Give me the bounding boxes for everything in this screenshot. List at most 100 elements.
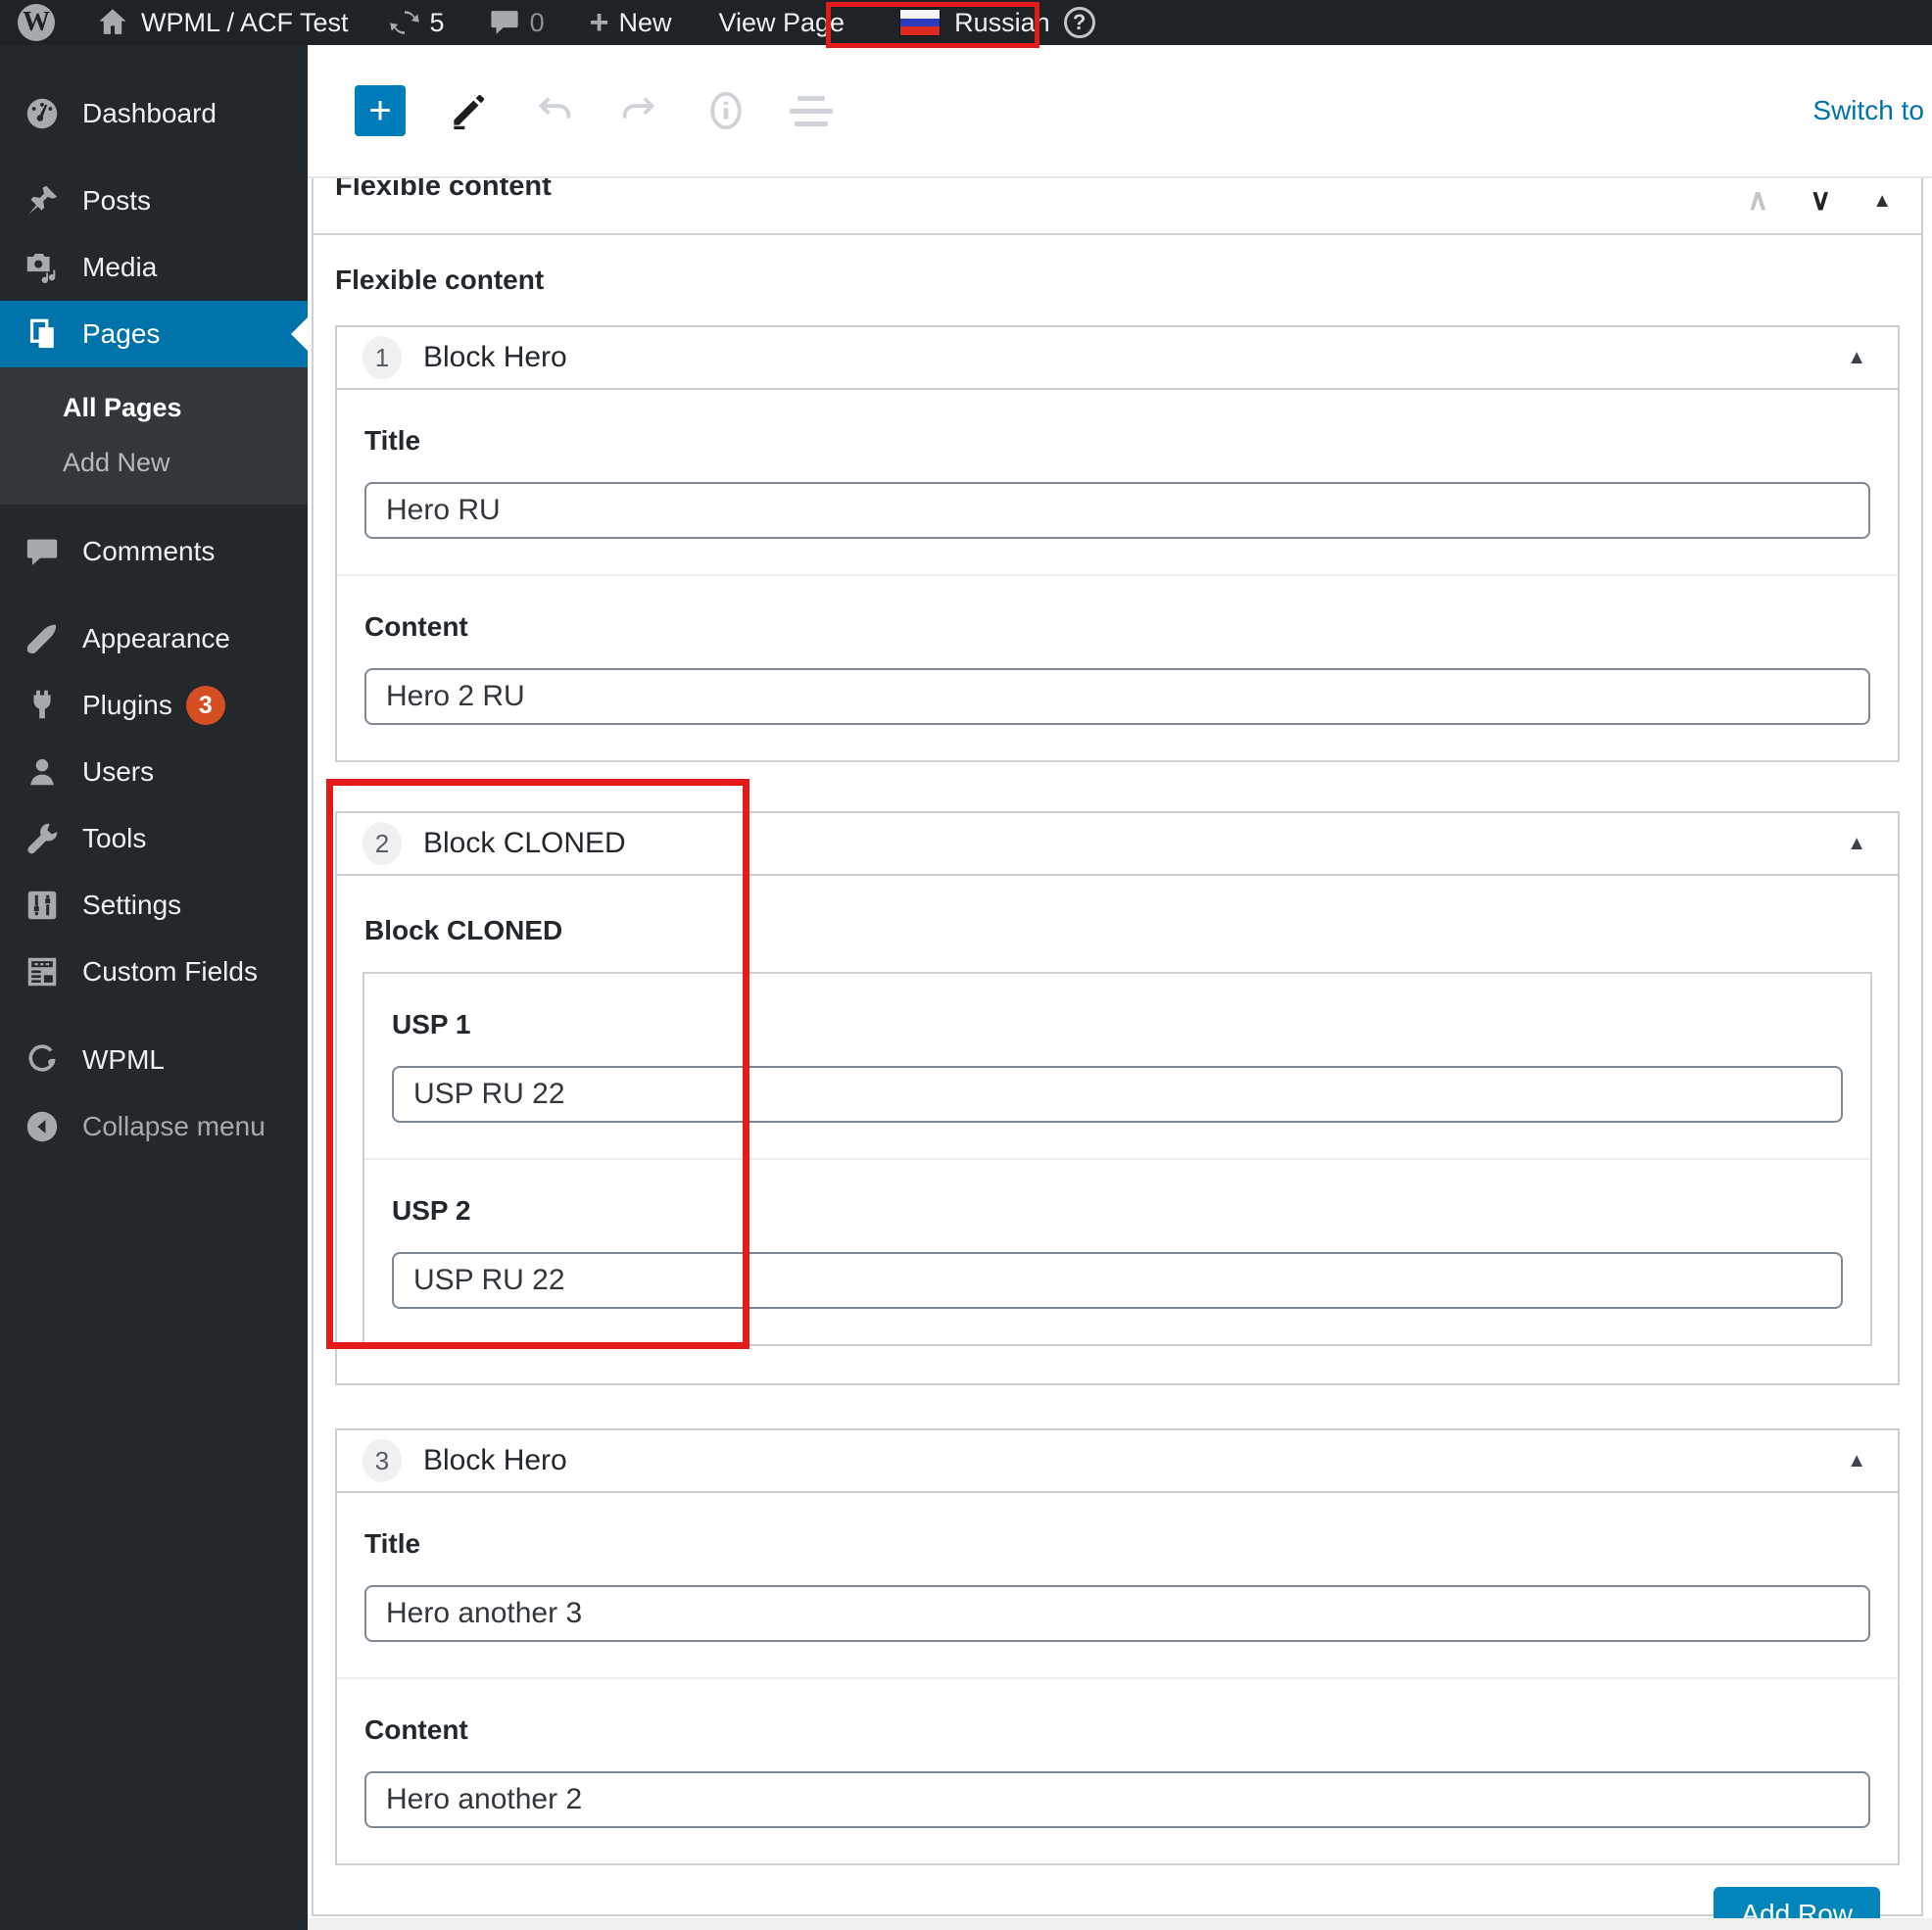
submenu-item-all-pages[interactable]: All Pages [0, 380, 308, 435]
field-row-usp1: USP 1 [364, 974, 1870, 1158]
wordpress-admin-page: W WPML / ACF Test 5 0 + New View Page Ru… [0, 0, 1932, 1930]
language-menu[interactable]: Russian ? [899, 7, 1095, 38]
group-field-label: Block CLONED [364, 915, 563, 945]
field-row-content: Content [337, 1677, 1898, 1863]
pushpin-icon [27, 185, 58, 216]
comment-bubble-icon [488, 6, 521, 39]
move-down-icon[interactable]: ∨ [1810, 186, 1831, 216]
layout-title: Block CLONED [423, 827, 626, 859]
row-order-badge[interactable]: 3 [362, 1439, 402, 1482]
sidebar-item-dashboard[interactable]: Dashboard [0, 80, 308, 147]
submenu-item-add-new[interactable]: Add New [0, 435, 308, 490]
content-input[interactable] [364, 1771, 1870, 1828]
switch-to-link[interactable]: Switch to [1812, 95, 1924, 126]
metabox-toggle-icon[interactable]: ▲ [1872, 190, 1892, 213]
row-order-badge[interactable]: 2 [362, 822, 402, 865]
collapse-row-icon[interactable]: ▲ [1841, 832, 1872, 856]
layout-row-3: 3 Block Hero ▲ Title Content [335, 1428, 1900, 1865]
metabox-header[interactable]: Flexible content ∧ ∨ ▲ [314, 178, 1921, 235]
info-icon[interactable] [703, 88, 749, 133]
flexible-content-rows: 1 Block Hero ▲ Title Content [335, 325, 1900, 1865]
metabox-body: Flexible content 1 Block Hero ▲ Title He… [314, 265, 1921, 1930]
list-view-icon[interactable] [790, 95, 833, 126]
layout-row-2: 2 Block CLONED ▲ Block CLONED USP 1 USP [335, 811, 1900, 1385]
pages-icon [29, 318, 54, 349]
sidebar-item-collapse-menu[interactable]: Collapse menu [0, 1093, 308, 1160]
plugins-update-badge: 3 [185, 686, 225, 725]
field-label: Title [364, 425, 421, 456]
language-label: Russian [954, 7, 1050, 37]
new-label: New [618, 7, 672, 37]
undo-icon[interactable] [531, 88, 576, 133]
field-label: Content [364, 611, 468, 642]
sidebar-item-tools[interactable]: Tools [0, 805, 308, 872]
custom-fields-icon [27, 957, 57, 987]
metabox-title: Flexible content [335, 178, 552, 202]
layout-title: Block Hero [423, 1444, 567, 1476]
comments-menu[interactable]: 0 [488, 6, 545, 39]
wordpress-logo-icon[interactable]: W [18, 4, 55, 41]
title-input[interactable] [364, 1585, 1870, 1642]
users-icon [30, 758, 54, 786]
admin-sidebar: Dashboard Posts Media Pages All Pages Ad… [0, 45, 308, 1930]
flexible-content-metabox: Flexible content ∧ ∨ ▲ Flexible content … [312, 178, 1923, 1930]
field-row-content: Content [337, 574, 1898, 760]
view-page-link[interactable]: View Page [718, 8, 845, 38]
appearance-brush-icon [26, 624, 57, 653]
sidebar-item-comments[interactable]: Comments [0, 518, 308, 585]
sidebar-item-settings[interactable]: Settings [0, 872, 308, 939]
layout-row-1-header[interactable]: 1 Block Hero ▲ [337, 327, 1898, 390]
new-menu[interactable]: + New [590, 6, 672, 39]
edit-pencil-icon[interactable] [447, 89, 490, 132]
view-page-label: View Page [718, 7, 845, 37]
russian-flag-icon [899, 9, 942, 36]
content-input[interactable] [364, 668, 1870, 725]
field-label: Content [364, 1714, 468, 1745]
site-menu[interactable]: WPML / ACF Test [96, 6, 349, 39]
collapse-row-icon[interactable]: ▲ [1841, 1449, 1872, 1473]
comments-icon [26, 539, 58, 565]
layout-row-2-header[interactable]: 2 Block CLONED ▲ [337, 813, 1898, 876]
media-icon [26, 253, 56, 284]
collapse-row-icon[interactable]: ▲ [1841, 346, 1872, 370]
site-name: WPML / ACF Test [141, 7, 349, 37]
title-input[interactable] [364, 482, 1870, 539]
layout-row-3-header[interactable]: 3 Block Hero ▲ [337, 1430, 1898, 1493]
layout-title: Block Hero [423, 341, 567, 373]
admin-bar: W WPML / ACF Test 5 0 + New View Page Ru… [0, 0, 1932, 45]
field-label: Title [364, 1528, 421, 1559]
next-metabox-gap [308, 1918, 1932, 1930]
sidebar-item-pages[interactable]: Pages [0, 301, 308, 367]
layout-row-1: 1 Block Hero ▲ Title Content [335, 325, 1900, 762]
usp2-input[interactable] [392, 1252, 1843, 1309]
move-up-icon[interactable]: ∧ [1747, 186, 1768, 216]
updates-icon [388, 6, 421, 39]
wpml-icon [28, 1044, 56, 1072]
sidebar-item-wpml[interactable]: WPML [0, 1027, 308, 1093]
sidebar-item-custom-fields[interactable]: Custom Fields [0, 939, 308, 1005]
updates-menu[interactable]: 5 [388, 6, 445, 39]
comments-count: 0 [529, 7, 545, 37]
redo-icon[interactable] [617, 88, 662, 133]
field-row-usp2: USP 2 [364, 1158, 1870, 1344]
field-row-title: Title [337, 1493, 1898, 1677]
row-order-badge[interactable]: 1 [362, 336, 402, 379]
collapse-arrow-icon [26, 1111, 58, 1142]
usp1-input[interactable] [392, 1066, 1843, 1123]
block-inserter-button[interactable]: + [355, 85, 406, 136]
sidebar-item-posts[interactable]: Posts [0, 168, 308, 234]
field-label: USP 2 [392, 1195, 471, 1226]
sidebar-item-plugins[interactable]: Plugins 3 [0, 672, 308, 739]
field-label: USP 1 [392, 1009, 471, 1039]
editor-content-area: + Switch to Flexible content ∧ ∨ ▲ Flexi… [308, 45, 1932, 1930]
sidebar-item-users[interactable]: Users [0, 739, 308, 805]
home-icon [96, 6, 129, 39]
block-editor-toolbar: + Switch to [308, 45, 1932, 178]
sidebar-item-appearance[interactable]: Appearance [0, 605, 308, 672]
flexible-content-field-label: Flexible content [335, 265, 545, 295]
settings-icon [27, 891, 57, 920]
cloned-group: USP 1 USP 2 [362, 972, 1872, 1346]
sidebar-item-media[interactable]: Media [0, 234, 308, 301]
help-icon[interactable]: ? [1063, 7, 1095, 38]
pages-submenu: All Pages Add New [0, 367, 308, 505]
